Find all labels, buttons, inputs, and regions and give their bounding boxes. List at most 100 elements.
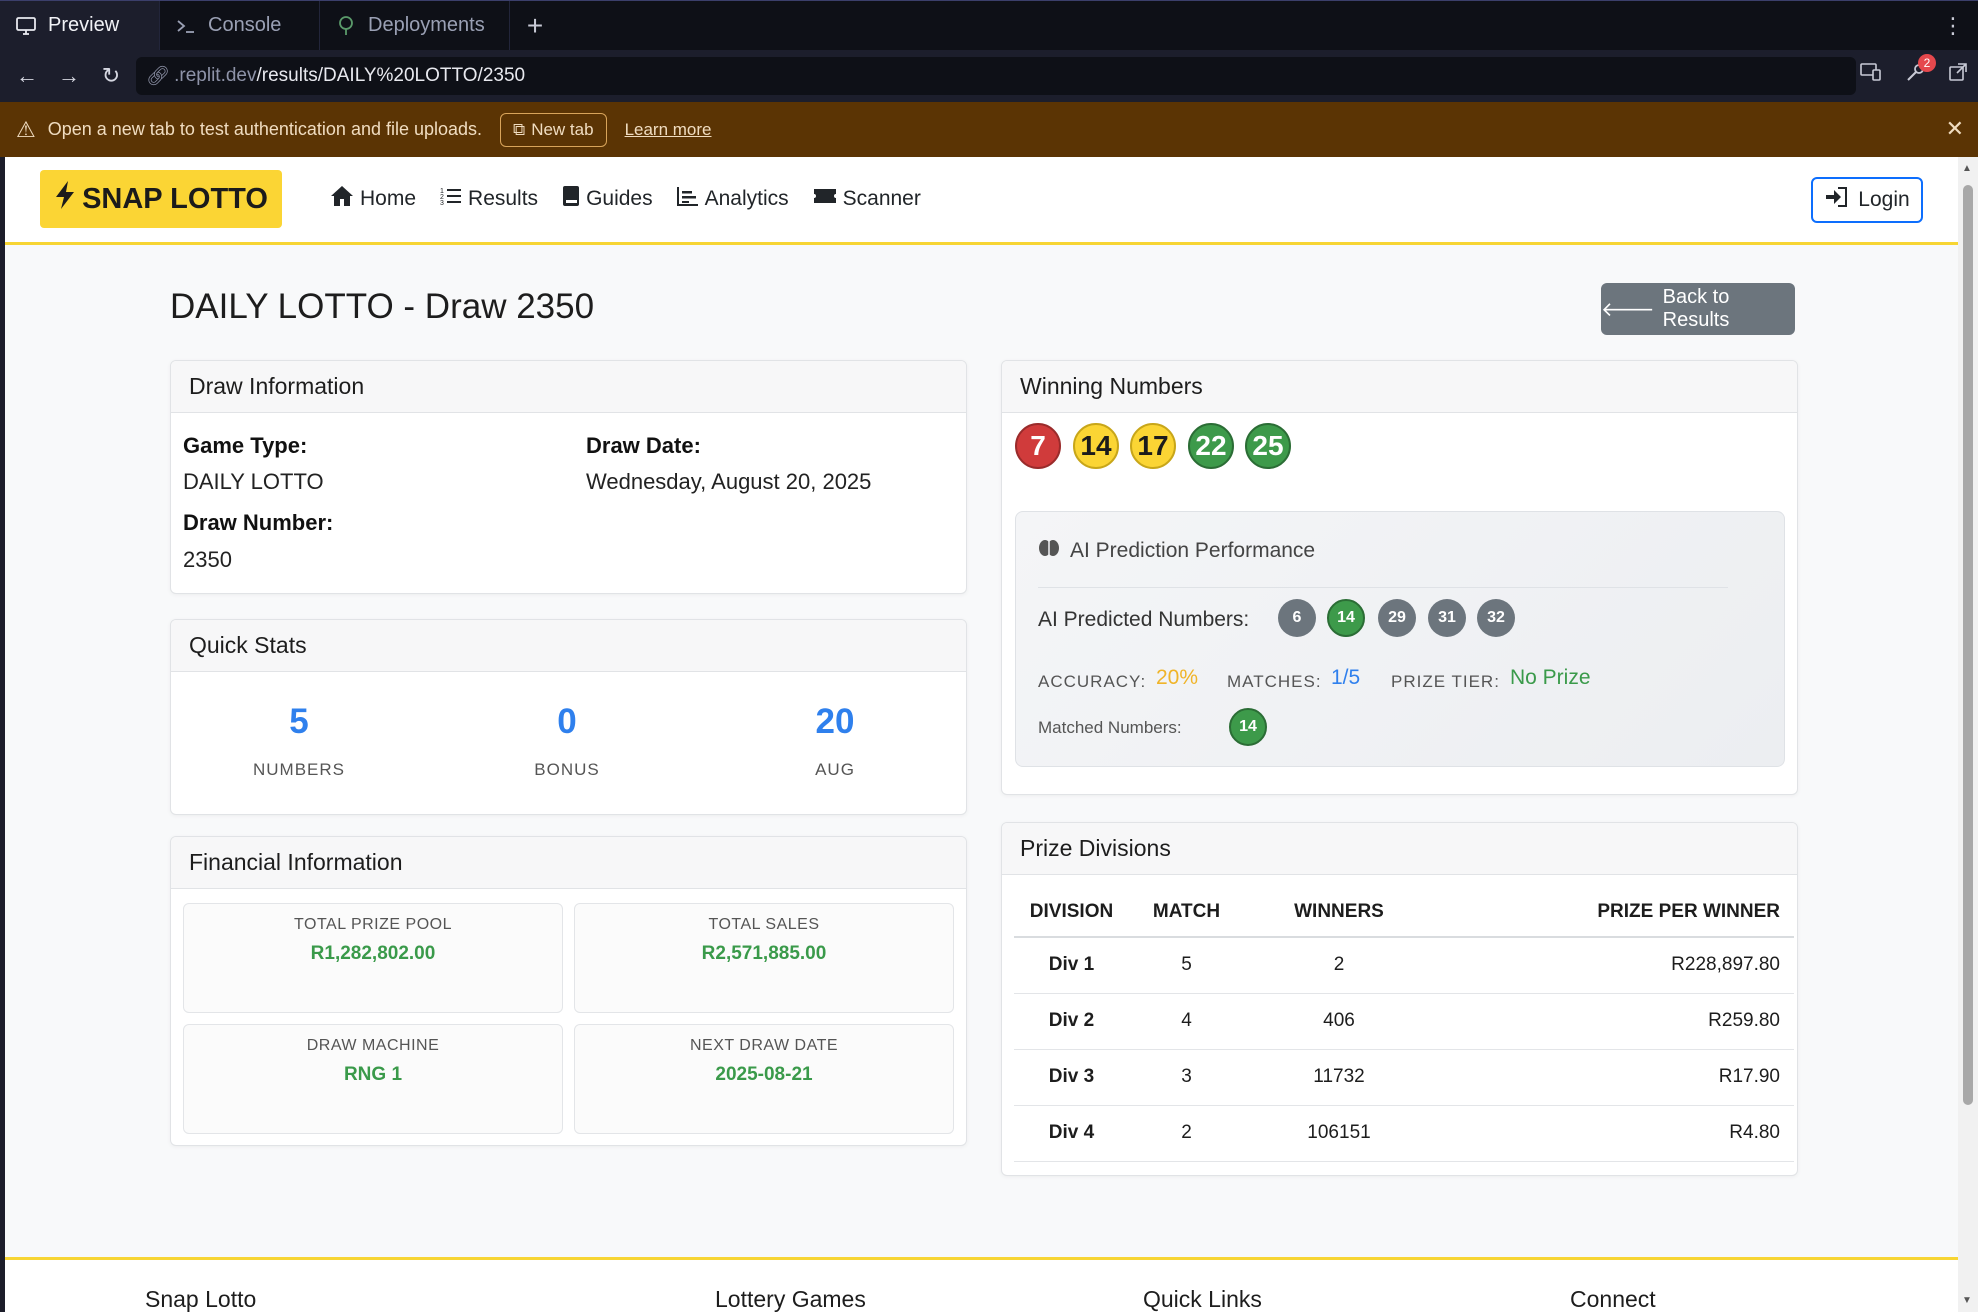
brand-name: SNAP LOTTO xyxy=(82,182,268,215)
tab-preview[interactable]: Preview xyxy=(0,1,160,50)
cell-division: Div 1 xyxy=(1014,937,1129,994)
footer-heading: Quick Links xyxy=(1143,1286,1262,1312)
nav-guides-label: Guides xyxy=(586,187,653,210)
draw-number-label: Draw Number: xyxy=(183,510,334,535)
nav-home-label: Home xyxy=(360,187,417,210)
matches-value: 1/5 xyxy=(1331,666,1361,689)
prize-divisions-card: Prize Divisions DIVISION MATCH WINNERS P… xyxy=(1001,822,1798,1176)
card-header: Winning Numbers xyxy=(1002,361,1797,413)
total-sales-box: TOTAL SALES R2,571,885.00 xyxy=(574,903,954,1013)
game-type-label: Game Type: xyxy=(183,433,308,458)
draw-date-value: Wednesday, August 20, 2025 xyxy=(586,469,872,494)
fin-label: DRAW MACHINE xyxy=(306,1037,440,1054)
auth-warning-bar: ⚠ Open a new tab to test authentication … xyxy=(0,102,1978,157)
stat-numbers-label: NUMBERS xyxy=(252,760,345,779)
learn-more-link[interactable]: Learn more xyxy=(625,120,712,140)
more-vertical-icon[interactable]: ⋮ xyxy=(1942,13,1964,39)
list-ordered-icon: 123 xyxy=(440,186,462,212)
scroll-down-icon[interactable]: ▼ xyxy=(1962,1295,1972,1306)
tab-deployments[interactable]: Deployments xyxy=(320,1,510,50)
nav-scanner-label: Scanner xyxy=(842,187,921,210)
cell-division: Div 4 xyxy=(1014,1105,1129,1162)
stat-bonus-label: BONUS xyxy=(534,760,600,779)
ide-tab-bar: Preview Console Deployments + ⋮ xyxy=(0,0,1978,50)
close-icon[interactable]: ✕ xyxy=(1946,116,1964,142)
cell-winners: 406 xyxy=(1244,993,1434,1050)
matched-numbers-label: Matched Numbers: xyxy=(1038,718,1182,737)
tab-console-label: Console xyxy=(208,14,282,36)
nav-scanner[interactable]: Scanner xyxy=(813,185,921,213)
scrollbar-thumb[interactable] xyxy=(1963,185,1973,1105)
ai-predicted-label: AI Predicted Numbers: xyxy=(1038,608,1250,631)
preview-page: SNAP LOTTO Home 123 Results Guides Analy… xyxy=(5,157,1958,1312)
notification-badge: 2 xyxy=(1918,54,1936,72)
reload-icon[interactable]: ↻ xyxy=(90,63,132,89)
scroll-up-icon[interactable]: ▲ xyxy=(1962,163,1972,174)
external-link-icon: ⧉ xyxy=(513,119,526,139)
stat-bonus-value: 0 xyxy=(557,702,577,741)
cell-prize: R228,897.80 xyxy=(1434,937,1794,994)
site-footer: Snap Lotto Lottery Games Quick Links Con… xyxy=(5,1257,1958,1312)
winning-ball: 14 xyxy=(1073,423,1119,469)
financial-information-card: Financial Information TOTAL PRIZE POOL R… xyxy=(170,836,967,1146)
forward-arrow-icon[interactable]: → xyxy=(48,63,90,89)
winning-ball: 25 xyxy=(1245,423,1291,469)
devtools-wrench-icon[interactable]: 2 xyxy=(1904,54,1936,89)
brand-logo[interactable]: SNAP LOTTO xyxy=(40,170,282,228)
site-navbar: SNAP LOTTO Home 123 Results Guides Analy… xyxy=(5,157,1958,245)
new-tab-button[interactable]: ⧉ New tab xyxy=(500,112,607,147)
back-to-results-button[interactable]: 🡐 Back to Results xyxy=(1601,283,1795,335)
fin-value: 2025-08-21 xyxy=(715,1064,813,1085)
arrow-left-icon: 🡐 xyxy=(1601,298,1655,321)
ai-prediction-panel: AI Prediction Performance AI Predicted N… xyxy=(1015,511,1785,767)
tab-console[interactable]: Console xyxy=(160,1,320,50)
back-arrow-icon[interactable]: ← xyxy=(6,63,48,89)
login-button[interactable]: Login xyxy=(1811,177,1923,223)
new-tab-label: New tab xyxy=(531,119,594,139)
nav-results-label: Results xyxy=(468,187,539,210)
page-scrollbar[interactable]: ▲ ▼ xyxy=(1958,157,1978,1312)
cell-winners: 11732 xyxy=(1244,1049,1434,1106)
chart-bar-icon xyxy=(676,186,699,212)
ticket-icon xyxy=(813,187,837,211)
terminal-icon xyxy=(176,16,196,36)
draw-date-label: Draw Date: xyxy=(586,433,701,458)
col-division: DIVISION xyxy=(1014,887,1129,938)
nav-analytics-label: Analytics xyxy=(704,187,789,210)
accuracy-label: ACCURACY: xyxy=(1038,672,1147,691)
link-icon: 🔗︎ xyxy=(146,66,171,87)
nav-analytics[interactable]: Analytics xyxy=(676,185,789,213)
winning-ball: 7 xyxy=(1015,423,1061,469)
footer-heading: Snap Lotto xyxy=(145,1286,257,1312)
cell-prize: R17.90 xyxy=(1434,1049,1794,1106)
stat-day-value: 20 xyxy=(815,702,855,741)
fin-value: R1,282,802.00 xyxy=(310,943,436,964)
nav-home[interactable]: Home xyxy=(330,185,416,213)
url-input[interactable]: 🔗︎ .replit.dev/results/DAILY%20LOTTO/235… xyxy=(136,57,1856,95)
devices-icon[interactable] xyxy=(1860,62,1882,89)
fin-label: TOTAL SALES xyxy=(708,916,820,933)
warning-icon: ⚠ xyxy=(16,116,36,142)
cell-winners: 106151 xyxy=(1244,1105,1434,1162)
cell-match: 4 xyxy=(1129,993,1244,1050)
col-match: MATCH xyxy=(1129,887,1244,938)
table-row: Div 2 4 406 R259.80 xyxy=(1014,993,1794,1050)
nav-results[interactable]: 123 Results xyxy=(440,185,538,213)
lightning-icon xyxy=(54,180,76,218)
nav-guides[interactable]: Guides xyxy=(562,185,653,213)
cell-match: 2 xyxy=(1129,1105,1244,1162)
total-prize-pool-box: TOTAL PRIZE POOL R1,282,802.00 xyxy=(183,903,563,1013)
deploy-icon xyxy=(336,15,356,36)
col-prize-per-winner: PRIZE PER WINNER xyxy=(1434,887,1794,938)
monitor-icon xyxy=(16,16,36,36)
brain-icon xyxy=(1038,538,1060,564)
new-tab-plus-icon[interactable]: + xyxy=(510,1,560,50)
footer-heading: Connect xyxy=(1570,1286,1656,1312)
cell-prize: R259.80 xyxy=(1434,993,1794,1050)
table-row: Div 1 5 2 R228,897.80 xyxy=(1014,937,1794,994)
cell-division: Div 3 xyxy=(1014,1049,1129,1106)
tab-deployments-label: Deployments xyxy=(368,14,485,36)
open-external-icon[interactable] xyxy=(1948,62,1968,89)
fin-value: RNG 1 xyxy=(343,1064,403,1085)
warning-text: Open a new tab to test authentication an… xyxy=(47,119,483,139)
